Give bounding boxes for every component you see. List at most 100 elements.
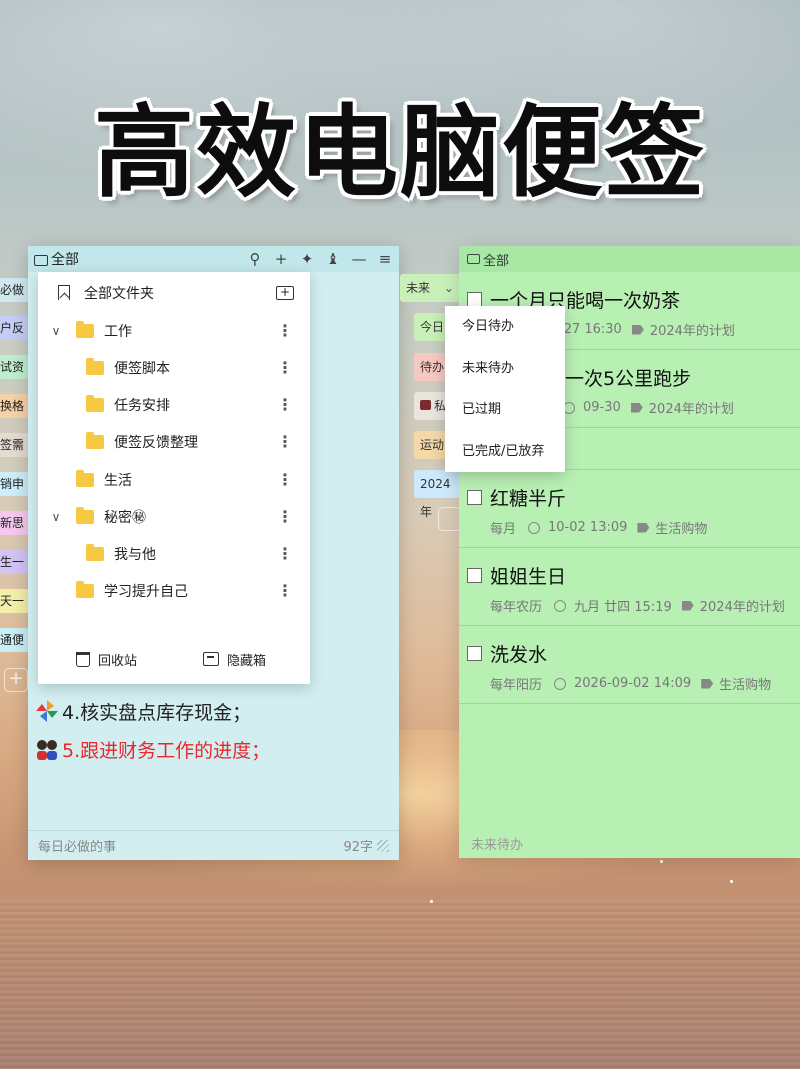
note-line-text: 4.核实盘点库存现金； xyxy=(62,701,252,724)
peek-tag[interactable]: 户反 xyxy=(0,316,30,340)
peek-tag[interactable]: 试资 xyxy=(0,355,30,379)
task-title: 姐姐生日 xyxy=(490,566,567,588)
pinwheel-icon xyxy=(34,698,60,724)
note-body[interactable]: 4.核实盘点库存现金； 5.跟进财务工作的进度； xyxy=(34,692,391,768)
folder-item[interactable]: 任务安排 ⋮ xyxy=(38,386,310,423)
hidden-box-button[interactable]: 隐藏箱 xyxy=(203,650,266,669)
more-options-icon[interactable]: ⋮ xyxy=(277,507,293,526)
task-title: 红糖半斤 xyxy=(490,488,567,510)
category-tag-label: 运动 xyxy=(420,438,445,452)
category-tag-label: 待办 xyxy=(420,360,445,374)
peek-tag[interactable]: 新思 xyxy=(0,511,30,535)
more-options-icon[interactable]: ⋮ xyxy=(277,544,293,563)
folder-popup-footer: 回收站 隐藏箱 xyxy=(38,634,310,684)
add-note-icon[interactable]: + xyxy=(4,668,28,692)
chevron-down-icon: ⌄ xyxy=(443,281,454,295)
peek-tag[interactable]: 天一 xyxy=(0,589,30,613)
task-checkbox[interactable] xyxy=(467,292,482,307)
all-folders-item[interactable]: 全部文件夹 + xyxy=(38,274,310,311)
tag-icon xyxy=(701,678,714,689)
folder-icon xyxy=(86,543,104,561)
folder-label: 秘密㊙ xyxy=(104,509,146,526)
folder-item[interactable]: ∨ 秘密㊙ ⋮ xyxy=(38,498,310,535)
peek-tag[interactable]: 换格 xyxy=(0,394,30,418)
peek-tag[interactable]: 生一 xyxy=(0,550,30,574)
category-tag-label: 今日 xyxy=(420,320,445,334)
folder-icon xyxy=(86,431,104,449)
more-options-icon[interactable]: ⋮ xyxy=(277,581,293,600)
folder-label: 便签反馈整理 xyxy=(114,434,198,451)
sparkle xyxy=(430,900,433,903)
tag-icon xyxy=(681,600,694,611)
chevron-down-icon[interactable]: ∨ xyxy=(48,324,64,338)
todo-category-label: 未来待办 xyxy=(471,838,524,853)
peek-tag[interactable]: 销申 xyxy=(0,472,30,496)
task-checkbox[interactable] xyxy=(467,568,482,583)
folder-icon xyxy=(86,394,104,412)
folder-icon xyxy=(76,469,94,487)
folder-icon xyxy=(76,320,94,338)
folder-item[interactable]: 便签脚本 ⋮ xyxy=(38,349,310,386)
more-options-icon[interactable]: ⋮ xyxy=(277,432,293,451)
menu-item-today[interactable]: 今日待办 xyxy=(462,317,514,337)
recycle-bin-button[interactable]: 回收站 xyxy=(76,650,137,669)
folder-label: 生活 xyxy=(104,472,132,489)
folder-icon xyxy=(76,506,94,524)
peek-tag[interactable]: 通便 xyxy=(0,628,30,652)
task-tag: 2024年的计划 xyxy=(648,402,734,417)
folder-item[interactable]: ∨ 工作 ⋮ xyxy=(38,312,310,349)
task-date: 09-30 xyxy=(583,400,621,415)
folder-label: 工作 xyxy=(104,323,132,340)
clock-icon xyxy=(554,677,567,690)
more-options-icon[interactable]: ⋮ xyxy=(277,470,293,489)
more-options-icon[interactable]: ⋮ xyxy=(277,395,293,414)
task-checkbox[interactable] xyxy=(467,490,482,505)
note-line: 5.跟进财务工作的进度； xyxy=(34,730,391,768)
todo-window-title: 全部 xyxy=(483,253,510,269)
chevron-down-icon[interactable]: ∨ xyxy=(48,510,64,524)
more-options-icon[interactable]: ⋮ xyxy=(277,321,293,340)
peek-tag[interactable]: 签需 xyxy=(0,433,30,457)
folder-item[interactable]: 学习提升自己 ⋮ xyxy=(38,572,310,609)
shirt-icon[interactable]: ♝ xyxy=(325,251,341,267)
task-item[interactable]: 洗发水 每年阳历 2026-09-02 14:09 生活购物 xyxy=(459,626,800,704)
sea-surface xyxy=(0,900,800,1069)
note-titlebar[interactable]: 全部 ⚲ + ✦ ♝ — ≡ xyxy=(28,246,399,272)
menu-item-future[interactable]: 未来待办 xyxy=(462,359,514,379)
todo-filter-menu: 今日待办 未来待办 已过期 已完成/已放弃 xyxy=(445,306,565,472)
filter-dropdown[interactable]: 未来 ⌄ xyxy=(400,274,462,302)
pin-icon[interactable]: ✦ xyxy=(299,251,315,267)
category-tag[interactable]: 2024年 xyxy=(414,470,460,519)
search-icon[interactable]: ⚲ xyxy=(247,251,263,267)
task-checkbox[interactable] xyxy=(467,646,482,661)
char-count: 92字 xyxy=(343,840,373,855)
folder-item[interactable]: 便签反馈整理 ⋮ xyxy=(38,423,310,460)
menu-icon[interactable]: ≡ xyxy=(377,251,393,267)
recycle-bin-label: 回收站 xyxy=(98,653,138,669)
todo-titlebar[interactable]: 全部 xyxy=(459,246,800,272)
trash-icon xyxy=(76,651,90,667)
task-repeat: 每年阳历 xyxy=(490,678,543,693)
plus-icon[interactable]: + xyxy=(273,251,289,267)
folder-item[interactable]: 我与他 ⋮ xyxy=(38,535,310,572)
box-icon xyxy=(203,652,220,666)
minimize-icon[interactable]: — xyxy=(351,251,367,267)
folder-item[interactable]: 生活 ⋮ xyxy=(38,461,310,498)
more-options-icon[interactable]: ⋮ xyxy=(277,358,293,377)
clock-icon xyxy=(528,521,541,534)
folder-icon xyxy=(76,580,94,598)
task-item[interactable]: 姐姐生日 每年农历 九月 廿四 15:19 2024年的计划 xyxy=(459,548,800,626)
menu-item-done[interactable]: 已完成/已放弃 xyxy=(462,442,544,462)
task-item[interactable]: 红糖半斤 每月 10-02 13:09 生活购物 xyxy=(459,470,800,548)
resize-grip-icon[interactable] xyxy=(377,839,389,852)
add-folder-icon[interactable]: + xyxy=(276,285,294,300)
task-tag: 2024年的计划 xyxy=(649,324,735,339)
task-tag: 2024年的计划 xyxy=(699,600,785,615)
folder-label: 任务安排 xyxy=(114,397,170,414)
folder-icon xyxy=(467,254,480,264)
menu-item-overdue[interactable]: 已过期 xyxy=(462,400,501,420)
bookmark-icon xyxy=(58,285,70,300)
task-repeat: 每年农历 xyxy=(490,600,543,615)
peek-tag[interactable]: 必做 xyxy=(0,278,30,302)
task-title: 一次5公里跑步 xyxy=(565,368,692,390)
